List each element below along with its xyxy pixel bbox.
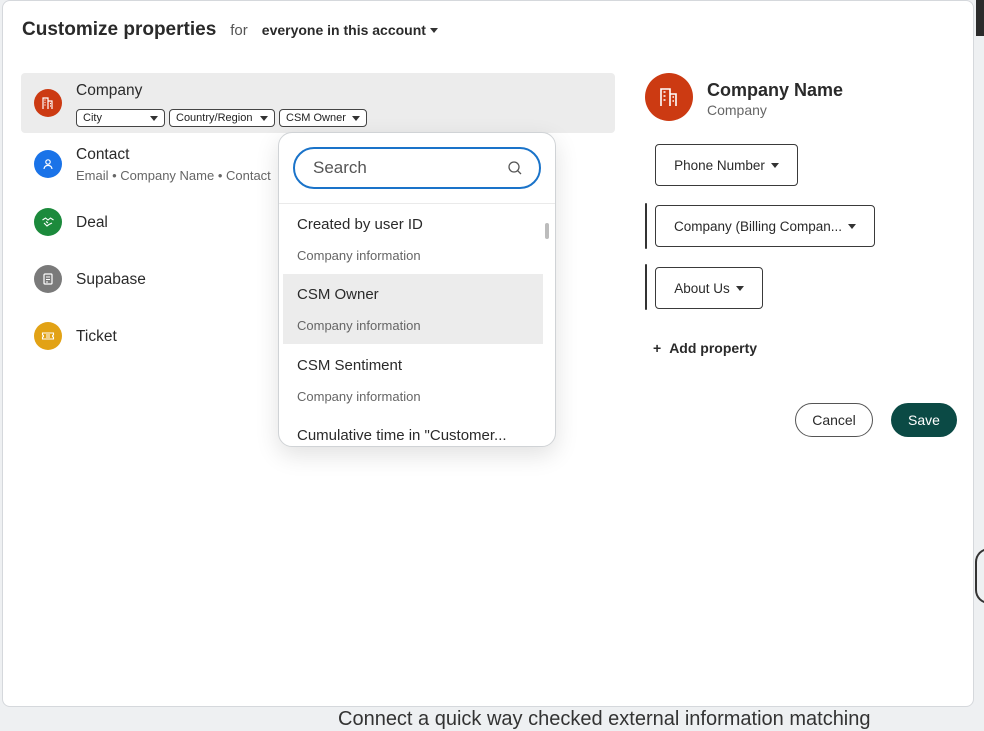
property-about-us[interactable]: About Us: [655, 267, 763, 309]
chip-csm-owner[interactable]: CSM Owner: [279, 109, 367, 127]
for-label: for: [230, 22, 248, 39]
chevron-down-icon: [150, 115, 158, 121]
object-item-company[interactable]: Company City Country/Region CSM Owner: [21, 73, 615, 133]
plus-icon: +: [653, 340, 662, 356]
dropdown-option-csm-sentiment[interactable]: CSM Sentiment Company information: [283, 345, 543, 415]
person-icon: [34, 150, 62, 178]
chevron-down-icon: [352, 115, 360, 121]
dropdown-option-csm-owner[interactable]: CSM Owner Company information: [283, 274, 543, 344]
option-title: Cumulative time in "Customer...: [297, 427, 507, 444]
object-icon: [34, 265, 62, 293]
building-icon: [660, 88, 677, 106]
handshake-icon: [34, 208, 62, 236]
scope-dropdown[interactable]: everyone in this account: [262, 22, 438, 38]
building-icon: [34, 89, 62, 117]
save-button[interactable]: Save: [891, 403, 957, 437]
object-label: Contact: [76, 146, 130, 163]
dialog-header: Customize properties for everyone in thi…: [22, 19, 438, 41]
company-avatar: [645, 73, 693, 121]
chevron-down-icon: [260, 115, 268, 121]
object-properties-summary: Email • Company Name • Contact: [76, 168, 271, 183]
background-shape: [975, 548, 984, 604]
chevron-down-icon: [848, 223, 857, 229]
drag-handle[interactable]: [645, 264, 647, 310]
option-group: Company information: [297, 318, 421, 333]
search-box: [293, 147, 541, 189]
property-search-dropdown: Created by user ID Company information C…: [278, 132, 556, 447]
chip-label: Country/Region: [176, 111, 253, 124]
chip-city[interactable]: City: [76, 109, 165, 127]
dialog-title: Customize properties: [22, 19, 217, 40]
drag-handle[interactable]: [645, 203, 647, 249]
option-title: CSM Owner: [297, 286, 379, 303]
option-group: Company information: [297, 248, 421, 263]
object-label: Deal: [76, 214, 108, 231]
property-label: Company (Billing Compan...: [673, 218, 843, 234]
dropdown-option-created-by-user-id[interactable]: Created by user ID Company information: [283, 204, 543, 274]
chevron-down-icon: [735, 285, 744, 291]
property-phone-number[interactable]: Phone Number: [655, 144, 798, 186]
add-property-button[interactable]: + Add property: [653, 340, 757, 356]
option-group: Company information: [297, 389, 421, 404]
scrollbar-thumb[interactable]: [545, 223, 549, 239]
property-company-billing[interactable]: Company (Billing Compan...: [655, 205, 875, 247]
chevron-down-icon: [429, 27, 438, 33]
option-title: CSM Sentiment: [297, 357, 403, 374]
dropdown-option-cumulative-time[interactable]: Cumulative time in "Customer...: [283, 415, 543, 446]
background-text: Connect a quick way checked external inf…: [338, 708, 871, 730]
chevron-down-icon: [770, 162, 779, 168]
chip-label: City: [83, 111, 102, 124]
background-window-edge: [976, 0, 984, 36]
cancel-button[interactable]: Cancel: [795, 403, 873, 437]
chip-label: CSM Owner: [286, 111, 346, 124]
chip-country-region[interactable]: Country/Region: [169, 109, 275, 127]
scope-label: everyone in this account: [261, 22, 426, 38]
property-label: About Us: [674, 280, 730, 296]
add-property-label: Add property: [669, 340, 758, 356]
object-label: Supabase: [76, 271, 146, 288]
object-label: Company: [76, 82, 143, 99]
option-title: Created by user ID: [297, 216, 423, 233]
ticket-icon: [34, 322, 62, 350]
preview-record-name: Company Name: [707, 80, 844, 100]
object-label: Ticket: [76, 328, 117, 345]
search-icon: [508, 161, 522, 175]
preview-object-type: Company: [707, 102, 767, 118]
property-label: Phone Number: [674, 157, 765, 173]
search-input[interactable]: [311, 157, 495, 179]
